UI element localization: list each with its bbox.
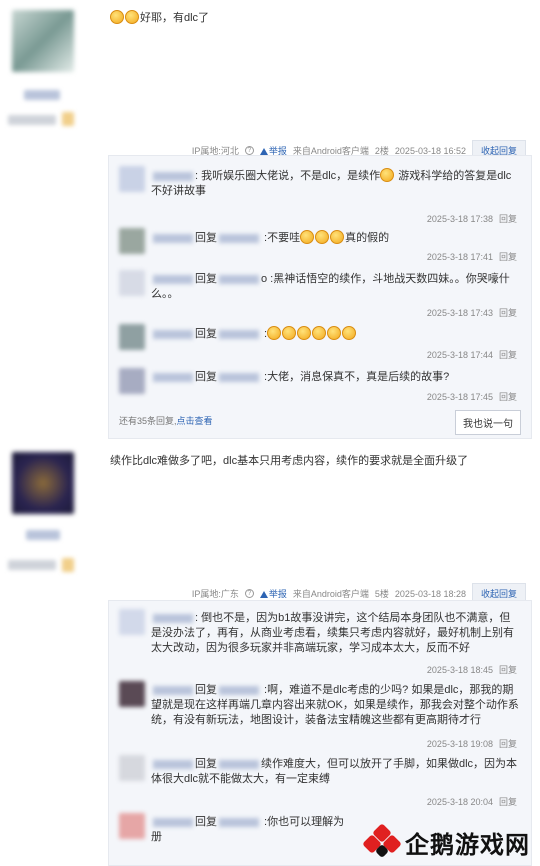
reply-avatar[interactable]: [119, 166, 145, 192]
user-level-icon: [62, 112, 74, 126]
reply-target[interactable]: [219, 329, 259, 339]
reply-item: 回复 :不要哇 真的假的 2025-3-18 17:41 回复: [119, 228, 523, 268]
emoji-icon: [110, 10, 124, 24]
reply-link[interactable]: 回复: [499, 252, 517, 262]
help-icon[interactable]: ?: [244, 146, 254, 155]
reply-target[interactable]: [219, 372, 259, 382]
warning-icon: [259, 591, 268, 598]
reply-meta: 2025-3-18 17:38 回复: [426, 214, 517, 224]
post-content: 好耶，有dlc了: [110, 10, 209, 26]
warning-icon: [259, 148, 268, 155]
emoji-icon: [125, 10, 139, 24]
site-watermark: 企鹅游戏网: [362, 822, 530, 860]
reply-target[interactable]: [219, 685, 259, 695]
user-level-icon: [62, 558, 74, 572]
reply-meta: 2025-3-18 17:44 回复: [426, 350, 517, 360]
reply-username[interactable]: [153, 233, 193, 243]
reply-meta: 2025-3-18 17:45 回复: [426, 392, 517, 402]
reply-target[interactable]: [219, 759, 259, 769]
emoji-icon: [342, 326, 357, 340]
emoji-icon: [267, 326, 282, 340]
more-replies: 还有35条回复,点击查看: [119, 416, 213, 426]
help-icon[interactable]: ?: [244, 589, 254, 598]
reply-username[interactable]: [153, 685, 193, 695]
username[interactable]: [24, 90, 60, 100]
reply-username[interactable]: [153, 274, 193, 284]
reply-meta: 2025-3-18 19:08 回复: [426, 739, 517, 749]
reply-meta: 2025-3-18 18:45 回复: [426, 665, 517, 675]
reply-item: 回复 o :黑神话悟空的续作，斗地战天数四妹。。你哭嚎什么。。 2025-3-18…: [119, 270, 523, 320]
reply-item: 回复 续作难度大，但可以放开了手脚，如果做dlc，因为本体很大dlc就不能做太大，…: [119, 755, 523, 809]
reply-text: : 倒也不是，因为b1故事没讲完，这个结局本身团队也不满意，但是没办法了，再有，…: [151, 612, 514, 654]
ip-location: IP属地:广东: [191, 589, 239, 599]
post-content: 续作比dlc难做多了吧，dlc基本只用考虑内容，续作的要求就是全面升级了: [110, 455, 469, 467]
reply-username[interactable]: [153, 171, 193, 181]
reply-item: 回复 : 2025-3-18 17:44 回复: [119, 324, 523, 364]
emoji-icon: [380, 168, 395, 182]
emoji-icon: [282, 326, 297, 340]
username[interactable]: [26, 530, 60, 540]
reply-avatar[interactable]: [119, 270, 145, 296]
reply-link[interactable]: 回复: [499, 214, 517, 224]
post-time: 2025-03-18 18:28: [394, 588, 466, 599]
post-floor-5: 续作比dlc难做多了吧，dlc基本只用考虑内容，续作的要求就是全面升级了 IP属…: [0, 440, 540, 866]
reply-avatar[interactable]: [119, 324, 145, 350]
emoji-icon: [297, 326, 312, 340]
reply-username[interactable]: [153, 372, 193, 382]
reply-text: : 我听娱乐圈大佬说，不是dlc，是续作 游戏科学给的答复是dlc不好讲故事: [151, 168, 512, 197]
reply-avatar[interactable]: [119, 755, 145, 781]
reply-link[interactable]: 回复: [499, 350, 517, 360]
reply-username[interactable]: [153, 759, 193, 769]
reply-username[interactable]: [153, 329, 193, 339]
watermark-text: 企鹅游戏网: [405, 832, 530, 859]
reply-text: 回复 o :黑神话悟空的续作，斗地战天数四妹。。你哭嚎什么。。: [151, 273, 510, 300]
user-avatar[interactable]: [12, 452, 74, 514]
reply-button[interactable]: 我也说一句: [455, 410, 521, 435]
reply-avatar[interactable]: [119, 609, 145, 635]
reply-link[interactable]: 回复: [499, 308, 517, 318]
user-badge: [8, 560, 56, 570]
post-time: 2025-03-18 16:52: [394, 145, 466, 156]
reply-text: 回复 :: [151, 326, 521, 342]
reply-username[interactable]: [153, 817, 193, 827]
reply-link[interactable]: 回复: [499, 797, 517, 807]
reply-text: 回复 :大佬，消息保真不，真是后续的故事?: [151, 370, 521, 385]
emoji-icon: [300, 230, 315, 244]
reply-meta: 2025-3-18 17:43 回复: [426, 308, 517, 318]
reply-item: : 倒也不是，因为b1故事没讲完，这个结局本身团队也不满意，但是没办法了，再有，…: [119, 609, 523, 677]
emoji-icon: [327, 326, 342, 340]
reply-meta: 2025-3-18 20:04 回复: [426, 797, 517, 807]
reply-item: : 我听娱乐圈大佬说，不是dlc，是续作 游戏科学给的答复是dlc不好讲故事 2…: [119, 166, 523, 226]
user-avatar[interactable]: [12, 10, 74, 72]
reply-text: 回复 续作难度大，但可以放开了手脚，如果做dlc，因为本体很大dlc就不能做太大，…: [151, 758, 518, 785]
emoji-icon: [330, 230, 345, 244]
penguin-logo-icon: [362, 822, 402, 860]
reply-target[interactable]: [219, 233, 259, 243]
reply-link[interactable]: 回复: [499, 392, 517, 402]
view-more-link[interactable]: 点击查看: [177, 416, 213, 426]
reply-item: 回复 :大佬，消息保真不，真是后续的故事? 2025-3-18 17:45 回复: [119, 368, 523, 408]
reply-target[interactable]: [219, 274, 259, 284]
reply-box: : 我听娱乐圈大佬说，不是dlc，是续作 游戏科学给的答复是dlc不好讲故事 2…: [108, 155, 532, 439]
reply-avatar[interactable]: [119, 813, 145, 839]
emoji-icon: [315, 230, 330, 244]
reply-item: 回复 :啊，难道不是dlc考虑的少吗? 如果是dlc，那我的期望就是现在这样再端…: [119, 681, 523, 751]
report-link[interactable]: 举报: [259, 587, 287, 600]
reply-link[interactable]: 回复: [499, 739, 517, 749]
reply-target[interactable]: [219, 817, 259, 827]
reply-avatar[interactable]: [119, 368, 145, 394]
source: 来自Android客户端: [292, 589, 369, 599]
reply-text: 回复 :不要哇 真的假的: [151, 230, 521, 246]
reply-username[interactable]: [153, 613, 193, 623]
post-floor-2: 好耶，有dlc了 IP属地:河北? 举报 来自Android客户端 2楼 202…: [0, 0, 540, 440]
reply-meta: 2025-3-18 17:41 回复: [426, 252, 517, 262]
reply-avatar[interactable]: [119, 228, 145, 254]
floor-number: 5楼: [374, 589, 389, 599]
reply-text: 回复 :啊，难道不是dlc考虑的少吗? 如果是dlc，那我的期望就是现在这样再端…: [151, 684, 519, 726]
reply-link[interactable]: 回复: [499, 665, 517, 675]
user-badge: [8, 115, 56, 125]
reply-text: 回复 :你也可以理解为册: [151, 816, 345, 843]
reply-avatar[interactable]: [119, 681, 145, 707]
emoji-icon: [312, 326, 327, 340]
